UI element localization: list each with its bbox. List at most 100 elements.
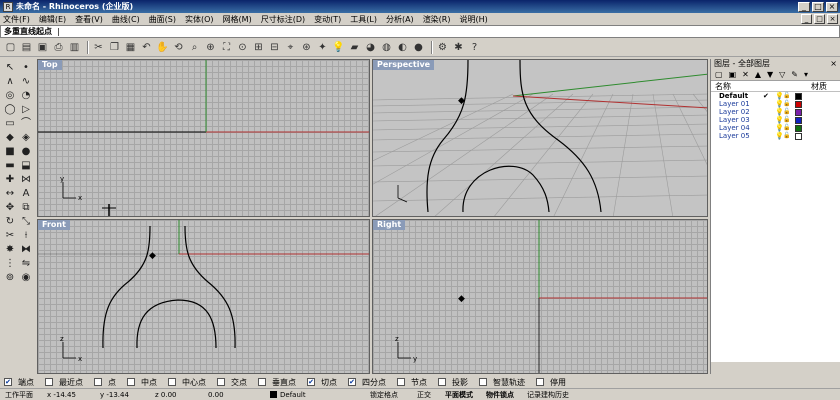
current-layer-check-icon[interactable]: ✔	[763, 92, 775, 100]
layer-row[interactable]: Layer 03 💡 🔓	[711, 116, 840, 124]
text-icon[interactable]: A	[19, 187, 33, 200]
osnap-option[interactable]: 交点	[217, 377, 247, 388]
osnap-checkbox[interactable]	[479, 378, 487, 386]
layer-name[interactable]: Layer 05	[711, 132, 763, 140]
layer-lock-icon[interactable]: 🔓	[783, 92, 791, 100]
new-file-icon[interactable]: ▢	[4, 41, 17, 54]
array-icon[interactable]: ⋮	[3, 257, 17, 270]
command-line[interactable]: 多重直线起点 |	[0, 25, 840, 38]
osnap-checkbox[interactable]	[168, 378, 176, 386]
filter-icon[interactable]: ▽	[779, 70, 785, 79]
box-icon[interactable]: ■	[3, 145, 17, 158]
loft-icon[interactable]: ◈	[19, 131, 33, 144]
print-icon[interactable]: ⎙	[52, 41, 65, 54]
edit-icon[interactable]: ✎	[791, 70, 798, 79]
osnap-option[interactable]: 停用	[536, 377, 566, 388]
sphere-icon[interactable]: ●	[19, 145, 33, 158]
color-wheel-icon[interactable]: ◕	[364, 41, 377, 54]
viewport-perspective[interactable]: Perspective ◆	[372, 59, 708, 217]
boolean-union-icon[interactable]: ✚	[3, 173, 17, 186]
polyline-icon[interactable]: ∧	[3, 75, 17, 88]
layer-color-swatch[interactable]	[795, 92, 802, 100]
layer-name[interactable]: Default	[711, 92, 763, 100]
viewport-label-perspective[interactable]: Perspective	[373, 60, 435, 70]
mesh-icon[interactable]: ⋈	[19, 173, 33, 186]
mdi-close-button[interactable]: ×	[827, 14, 838, 24]
undo-icon[interactable]: ↶	[140, 41, 153, 54]
polygon-icon[interactable]: ▷	[19, 103, 33, 116]
circle-icon[interactable]: ◎	[3, 89, 17, 102]
point-icon[interactable]: •	[19, 61, 33, 74]
cylinder-icon[interactable]: ▬	[3, 159, 17, 172]
layer-visibility-bulb-icon[interactable]: 💡	[775, 100, 784, 108]
layer-lock-icon[interactable]: 🔓	[783, 100, 791, 108]
copy-icon[interactable]: ❐	[108, 41, 121, 54]
move-up-icon[interactable]: ▲	[755, 70, 761, 79]
osnap-checkbox[interactable]	[258, 378, 266, 386]
menu-view[interactable]: 查看(V)	[75, 14, 103, 25]
osnap-option[interactable]: 中心点	[168, 377, 206, 388]
osnap-checkbox[interactable]: ✔	[307, 378, 315, 386]
fillet-icon[interactable]: ⌒	[19, 117, 33, 130]
osnap-option[interactable]: 点	[94, 377, 116, 388]
osnap-option[interactable]: ✔ 端点	[4, 377, 34, 388]
layer-name[interactable]: Layer 03	[711, 116, 763, 124]
osnap-option[interactable]: ✔ 切点	[307, 377, 337, 388]
status-current-layer[interactable]: Default	[265, 391, 365, 399]
properties-icon[interactable]: ◍	[380, 41, 393, 54]
render-icon[interactable]: ◐	[396, 41, 409, 54]
osnap-option[interactable]: 节点	[397, 377, 427, 388]
layer-visibility-bulb-icon[interactable]: 💡	[775, 108, 784, 116]
join-icon[interactable]: ⧓	[19, 243, 33, 256]
mdi-minimize-button[interactable]: _	[801, 14, 812, 24]
status-grid-snap[interactable]: 锁定格点	[365, 390, 412, 400]
select-icon[interactable]: ⊛	[300, 41, 313, 54]
four-view-icon[interactable]: ⊟	[268, 41, 281, 54]
extrude-icon[interactable]: ⬓	[19, 159, 33, 172]
close-icon[interactable]: ×	[830, 59, 837, 69]
status-cplane[interactable]: 工作平面	[0, 390, 42, 400]
cplane-icon[interactable]: ⌖	[284, 41, 297, 54]
menu-analyze[interactable]: 分析(A)	[386, 14, 414, 25]
options-icon[interactable]: ⚙	[436, 41, 449, 54]
move-down-icon[interactable]: ▼	[767, 70, 773, 79]
layer-name[interactable]: Layer 01	[711, 100, 763, 108]
status-ortho[interactable]: 正交	[412, 390, 440, 400]
layer-color-swatch[interactable]	[795, 116, 802, 124]
scale-icon[interactable]: ⤡	[19, 215, 33, 228]
menu-solid[interactable]: 实体(O)	[185, 14, 214, 25]
viewport-label-front[interactable]: Front	[38, 220, 70, 230]
layer-row[interactable]: Default ✔ 💡 🔓	[711, 92, 840, 100]
viewport-label-right[interactable]: Right	[373, 220, 406, 230]
osnap-checkbox[interactable]: ✔	[348, 378, 356, 386]
light-icon[interactable]: 💡	[332, 41, 345, 54]
osnap-option[interactable]: 最近点	[45, 377, 83, 388]
surface-icon[interactable]: ◆	[3, 131, 17, 144]
status-planar[interactable]: 平面模式	[440, 390, 481, 400]
layer-name[interactable]: Layer 02	[711, 108, 763, 116]
layer-visibility-bulb-icon[interactable]: 💡	[775, 116, 784, 124]
menu-dimension[interactable]: 尺寸标注(D)	[261, 14, 305, 25]
zoom-window-icon[interactable]: ⊕	[204, 41, 217, 54]
column-material[interactable]: 材质	[811, 81, 827, 92]
dimension-icon[interactable]: ↔	[3, 187, 17, 200]
layer-row[interactable]: Layer 04 💡 🔓	[711, 124, 840, 132]
menu-surface[interactable]: 曲面(S)	[149, 14, 176, 25]
pan-icon[interactable]: ✋	[156, 41, 169, 54]
osnap-option[interactable]: 中点	[127, 377, 157, 388]
layer-icon[interactable]: ▰	[348, 41, 361, 54]
layer-row[interactable]: Layer 02 💡 🔓	[711, 108, 840, 116]
menu-mesh[interactable]: 网格(M)	[223, 14, 252, 25]
open-icon[interactable]: ▤	[20, 41, 33, 54]
maximize-button[interactable]: □	[812, 1, 824, 12]
trim-icon[interactable]: ✂	[3, 229, 17, 242]
layer-visibility-bulb-icon[interactable]: 💡	[775, 132, 784, 140]
layer-visibility-bulb-icon[interactable]: 💡	[775, 92, 784, 100]
new-sublayer-icon[interactable]: ▣	[729, 70, 737, 79]
layer-lock-icon[interactable]: 🔓	[783, 108, 791, 116]
minimize-button[interactable]: _	[798, 1, 810, 12]
osnap-option[interactable]: ✔ 四分点	[348, 377, 386, 388]
layer-color-swatch[interactable]	[795, 100, 802, 108]
viewport-label-top[interactable]: Top	[38, 60, 62, 70]
delete-layer-icon[interactable]: ✕	[742, 70, 749, 79]
